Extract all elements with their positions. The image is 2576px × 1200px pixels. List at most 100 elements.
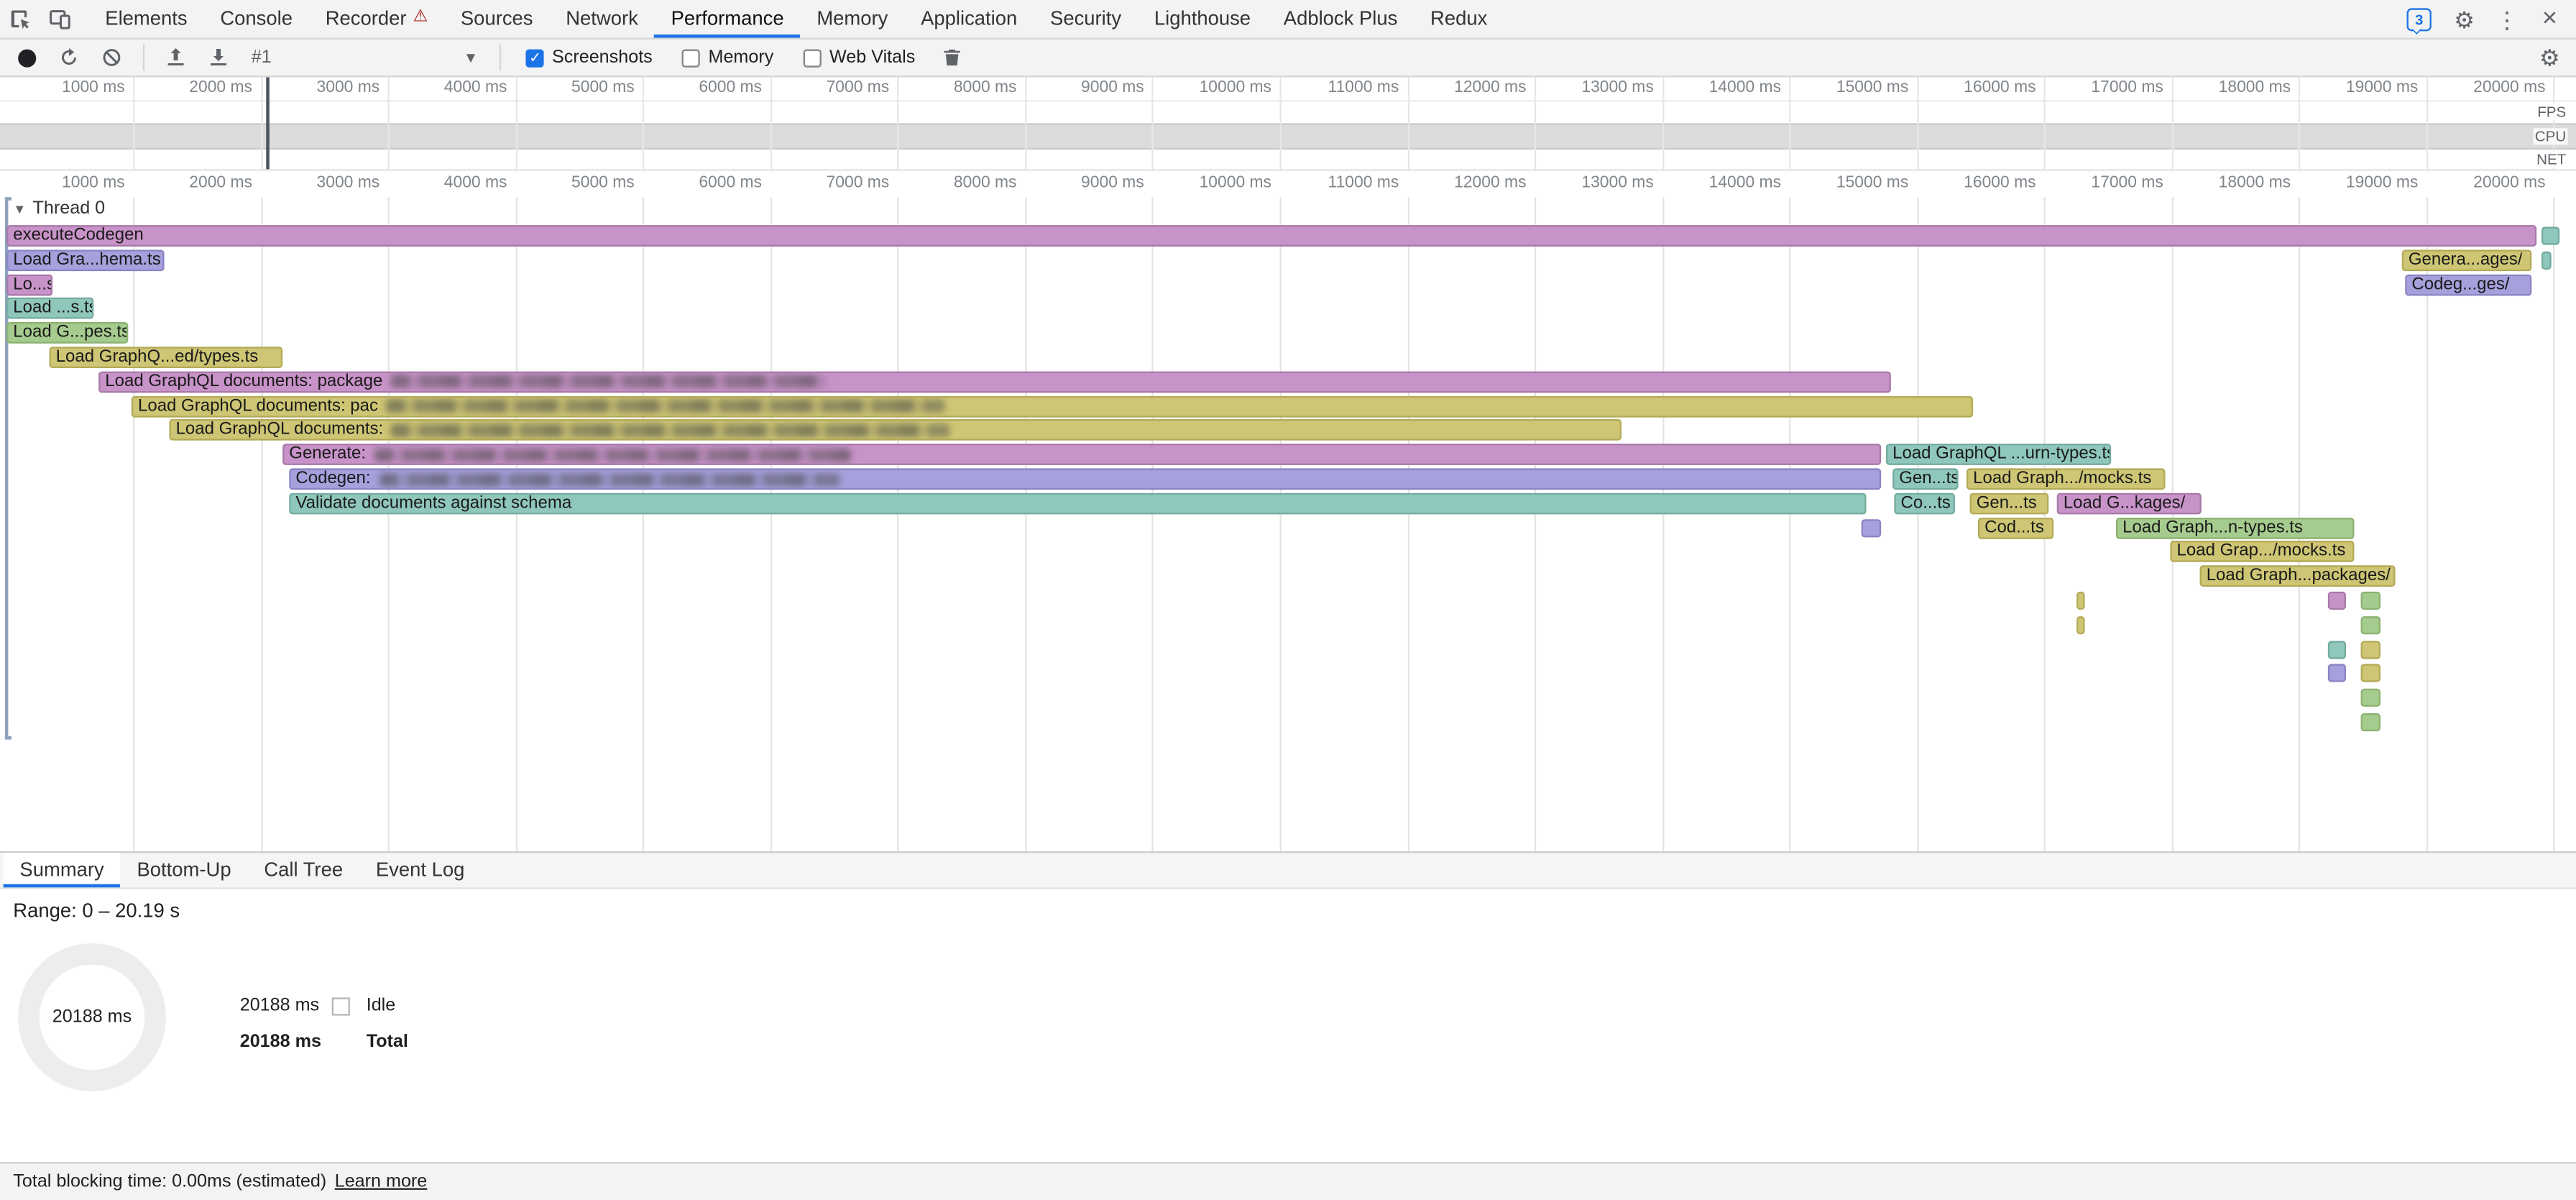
record-button[interactable] <box>6 39 46 77</box>
flame-event-load-s-ts[interactable]: Load ...s.ts <box>6 298 93 320</box>
flame-event-codegen[interactable]: Codegen: <box>289 468 1881 490</box>
flame-event-codeg-ges[interactable]: Codeg...ges/ <box>2405 274 2531 296</box>
flame-event-co-ts[interactable]: Co...ts <box>1894 493 1955 514</box>
flame-tick-label: 9000 ms <box>1046 174 1144 192</box>
web-vitals-checkbox[interactable]: Web Vitals <box>803 47 915 67</box>
flame-event-event[interactable] <box>2328 664 2346 682</box>
flame-event-executecodegen[interactable]: executeCodegen <box>6 225 2536 247</box>
flame-event-load-graphq-ed-types-ts[interactable]: Load GraphQ...ed/types.ts <box>50 347 283 368</box>
overview-tick-label: 16000 ms <box>1937 79 2036 97</box>
flame-event-load-graph-n-types-ts[interactable]: Load Graph...n-types.ts <box>2116 517 2354 539</box>
flame-chart-canvas[interactable]: ▼ Thread 0 executeCodegenLoad Gra...hema… <box>0 197 2576 851</box>
tab-memory[interactable]: Memory <box>800 0 904 38</box>
flame-event-gen-ts[interactable]: Gen...ts <box>1970 493 2049 514</box>
issues-counter[interactable]: 3 <box>2407 7 2442 30</box>
tab-security[interactable]: Security <box>1034 0 1138 38</box>
flame-event-generate[interactable]: Generate: <box>282 444 1881 466</box>
flame-event-event[interactable] <box>2328 592 2346 610</box>
flame-tick-label: 6000 ms <box>663 174 762 192</box>
history-select[interactable]: #1 ▼ <box>242 42 488 73</box>
flame-chart[interactable]: 1000 ms2000 ms3000 ms4000 ms5000 ms6000 … <box>0 171 2576 851</box>
legend-row-idle: 20188 ms Idle <box>240 988 408 1024</box>
tab-application[interactable]: Application <box>904 0 1034 38</box>
tab-lighthouse[interactable]: Lighthouse <box>1138 0 1267 38</box>
event-label: Lo...s <box>13 275 52 293</box>
settings-gear-icon[interactable]: ⚙ <box>2444 0 2484 38</box>
flame-event-event[interactable] <box>2361 592 2380 610</box>
flame-event-load-g-pes-ts[interactable]: Load G...pes.ts <box>6 322 128 344</box>
cpu-lane-label: CPU <box>2534 128 2568 145</box>
summary-donut-chart: 20188 ms <box>18 943 166 1091</box>
flame-event-event[interactable] <box>2361 640 2380 658</box>
tab-recorder[interactable]: Recorder⚠ <box>309 0 444 38</box>
load-profile-icon[interactable] <box>156 39 196 77</box>
panel-tabs: ElementsConsoleRecorder⚠SourcesNetworkPe… <box>88 0 1504 38</box>
reload-and-record-button[interactable] <box>50 39 89 77</box>
flame-event-cod-ts[interactable]: Cod...ts <box>1978 517 2053 539</box>
flame-event-event[interactable] <box>2542 226 2559 244</box>
tab-console[interactable]: Console <box>203 0 308 38</box>
overview-net-lane <box>0 150 2576 169</box>
flame-event-event[interactable] <box>2328 640 2346 658</box>
tab-network[interactable]: Network <box>549 0 654 38</box>
flame-event-genera-ages[interactable]: Genera...ages/ <box>2402 249 2532 271</box>
overview-playhead[interactable] <box>266 77 270 170</box>
flame-event-event[interactable] <box>2361 616 2380 634</box>
flame-tick-label: 20000 ms <box>2447 174 2545 192</box>
clear-recording-button[interactable] <box>92 39 132 77</box>
thread-header[interactable]: ▼ Thread 0 <box>13 199 105 219</box>
flame-event-load-g-kages[interactable]: Load G...kages/ <box>2057 493 2202 514</box>
inspect-element-icon[interactable] <box>0 0 40 38</box>
flame-event-load-graphql-documents[interactable]: Load GraphQL documents: <box>169 420 1622 441</box>
flame-event-load-graph-packages[interactable]: Load Graph...packages/ <box>2200 566 2396 587</box>
flame-event-load-grap-mocks-ts[interactable]: Load Grap.../mocks.ts <box>2170 541 2354 563</box>
flame-event-gen-ts[interactable]: Gen...ts <box>1892 468 1958 490</box>
learn-more-link[interactable]: Learn more <box>335 1172 428 1191</box>
screenshots-checkbox[interactable]: Screenshots <box>525 47 652 67</box>
flame-event-load-graphql-urn-types-ts[interactable]: Load GraphQL ...urn-types.ts <box>1886 444 2111 466</box>
flame-event-validate-documents-against-schema[interactable]: Validate documents against schema <box>289 493 1866 514</box>
flame-tick-label: 12000 ms <box>1427 174 1526 192</box>
overview-gridline <box>770 77 771 169</box>
warning-icon: ⚠ <box>413 9 428 26</box>
flame-event-load-graphql-documents-pac[interactable]: Load GraphQL documents: pac <box>132 395 1973 417</box>
garbage-collect-icon[interactable] <box>932 39 971 77</box>
event-label: Load GraphQL documents: pac <box>138 397 378 415</box>
save-profile-icon[interactable] <box>199 39 239 77</box>
toolbar-separator <box>143 45 144 71</box>
flame-event-event[interactable] <box>1862 518 1881 536</box>
capture-settings-gear-icon[interactable]: ⚙ <box>2530 39 2570 77</box>
overview-tick-label: 12000 ms <box>1427 79 1526 97</box>
flame-event-event[interactable] <box>2361 713 2380 731</box>
overview-gridline <box>1662 77 1663 169</box>
chevron-down-icon: ▼ <box>464 50 478 66</box>
device-toolbar-icon[interactable] <box>40 0 79 38</box>
overview-fps-lane <box>0 100 2576 123</box>
detail-tab-summary[interactable]: Summary <box>4 853 121 887</box>
tab-redux[interactable]: Redux <box>1414 0 1504 38</box>
flame-tick-label: 11000 ms <box>1300 174 1399 192</box>
timeline-overview[interactable]: 1000 ms2000 ms3000 ms4000 ms5000 ms6000 … <box>0 77 2576 170</box>
tab-adblock-plus[interactable]: Adblock Plus <box>1267 0 1414 38</box>
flame-event-event[interactable] <box>2361 664 2380 682</box>
flame-event-event[interactable] <box>2542 251 2552 269</box>
tab-label: Adblock Plus <box>1284 6 1398 29</box>
more-options-icon[interactable]: ⋮ <box>2488 0 2527 38</box>
tab-performance[interactable]: Performance <box>655 0 801 38</box>
detail-tab-call-tree[interactable]: Call Tree <box>247 853 359 887</box>
flame-event-lo-s[interactable]: Lo...s <box>6 274 52 296</box>
flame-event-event[interactable] <box>2076 592 2084 610</box>
detail-tab-bottom-up[interactable]: Bottom-Up <box>121 853 248 887</box>
detail-tab-label: Summary <box>19 857 104 880</box>
tab-elements[interactable]: Elements <box>88 0 203 38</box>
flame-event-event[interactable] <box>2076 616 2084 634</box>
event-label: Load GraphQL documents: <box>176 421 384 439</box>
flame-event-load-graphql-documents-package[interactable]: Load GraphQL documents: package <box>98 371 1891 393</box>
close-icon[interactable]: × <box>2530 0 2570 38</box>
flame-event-load-gra-hema-ts[interactable]: Load Gra...hema.ts <box>6 249 164 271</box>
flame-event-load-graph-mocks-ts[interactable]: Load Graph.../mocks.ts <box>1966 468 2166 490</box>
detail-tab-event-log[interactable]: Event Log <box>359 853 481 887</box>
flame-event-event[interactable] <box>2361 689 2380 707</box>
memory-checkbox[interactable]: Memory <box>682 47 773 67</box>
tab-sources[interactable]: Sources <box>444 0 549 38</box>
